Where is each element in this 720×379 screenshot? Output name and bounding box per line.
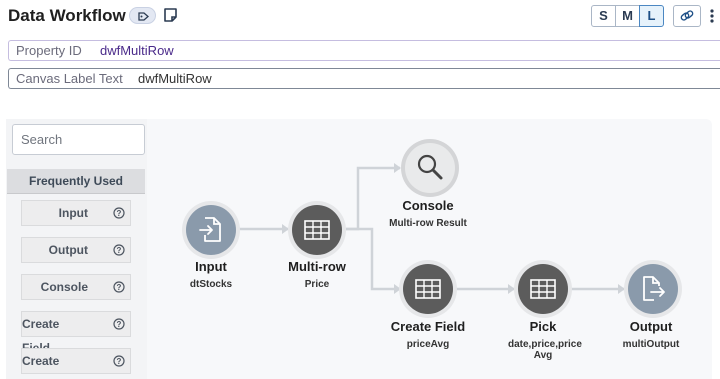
table-icon [514,260,572,318]
node-title-console: Console [402,198,454,213]
node-subtitle-input: dtStocks [189,279,233,290]
magnifier-icon [401,139,459,197]
table-icon [399,260,457,318]
node-title-input: Input [195,259,227,274]
input-icon [182,201,240,259]
workflow-node-input[interactable] [181,200,241,260]
node-subtitle-pick: date,price,price Avg [508,339,582,361]
data-workflow-panel: Data Workflow S M L Property ID dwfMulti… [0,0,720,379]
node-title-pick: Pick [529,319,557,334]
node-title-create-field: Create Field [390,319,466,334]
table-icon [288,201,346,259]
node-subtitle-create-field: priceAvg [406,339,450,350]
node-title-multirow: Multi-row [288,259,346,274]
workflow-node-output[interactable] [623,259,683,319]
node-subtitle-multirow: Price [304,279,330,290]
output-icon [624,260,682,318]
node-title-output: Output [629,319,673,334]
node-subtitle-console: Multi-row Result [389,218,467,229]
size-large-button[interactable]: L [639,5,664,27]
node-subtitle-output: multiOutput [622,339,680,350]
workflow-node-create-field[interactable] [398,259,458,319]
workflow-node-console[interactable] [400,138,460,198]
workflow-node-multirow[interactable] [287,200,347,260]
workflow-node-pick[interactable] [513,259,573,319]
